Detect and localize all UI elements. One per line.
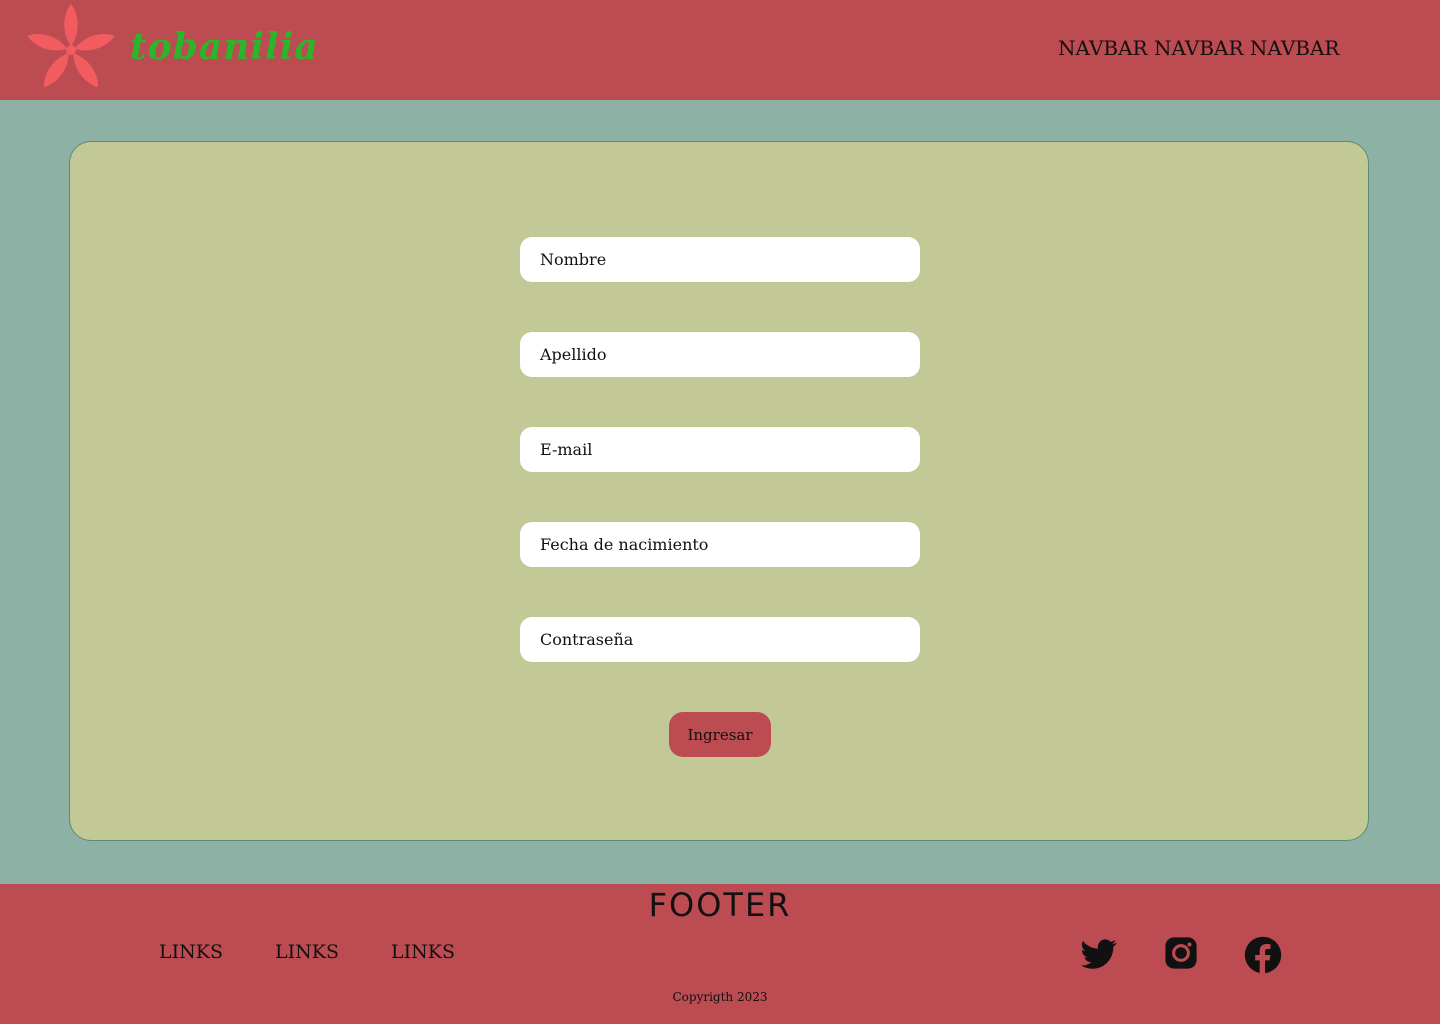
password-field[interactable]: Contraseña [520,617,920,662]
registration-card: Nombre Apellido E-mail Fecha de nacimien… [69,141,1369,841]
email-field[interactable]: E-mail [520,427,920,472]
nombre-placeholder: Nombre [540,250,607,269]
site-footer: FOOTER LINKS LINKS LINKS Copyrigth 2023 [0,884,1440,1024]
twitter-icon[interactable] [1080,936,1118,972]
copyright-text: Copyrigth 2023 [672,990,768,1004]
footer-link-2[interactable]: LINKS [275,941,339,963]
apellido-placeholder: Apellido [540,345,607,364]
navbar-links[interactable]: NAVBAR NAVBAR NAVBAR [1058,36,1339,60]
footer-link-3[interactable]: LINKS [391,941,455,963]
birthdate-field[interactable]: Fecha de nacimiento [520,522,920,567]
password-placeholder: Contraseña [540,630,634,649]
birthdate-placeholder: Fecha de nacimiento [540,535,709,554]
footer-title: FOOTER [648,886,792,924]
ingresar-button[interactable]: Ingresar [669,712,771,757]
site-header: tobanilia NAVBAR NAVBAR NAVBAR [0,0,1440,100]
flower-icon[interactable] [26,2,116,94]
apellido-field[interactable]: Apellido [520,332,920,377]
instagram-icon[interactable] [1164,936,1198,970]
facebook-icon[interactable] [1244,936,1282,974]
nombre-field[interactable]: Nombre [520,237,920,282]
logo-text[interactable]: tobanilia [130,26,319,68]
ingresar-button-label: Ingresar [687,725,753,744]
email-placeholder: E-mail [540,440,593,459]
footer-link-1[interactable]: LINKS [159,941,223,963]
